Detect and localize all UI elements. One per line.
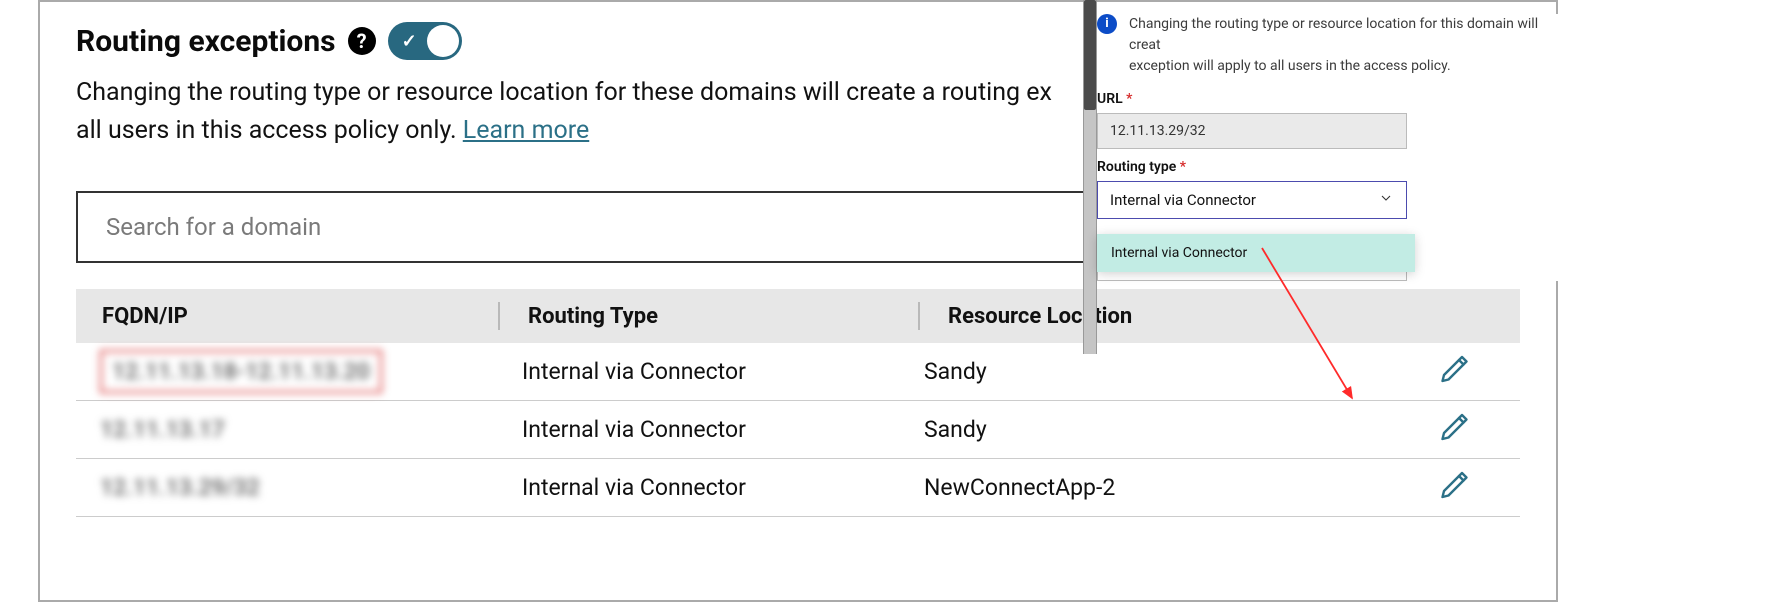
cell-routing: Internal via Connector	[522, 416, 924, 443]
routing-field-label: Routing type *	[1097, 159, 1565, 175]
pencil-icon[interactable]	[1438, 409, 1474, 451]
scrollbar-thumb[interactable]	[1084, 0, 1096, 110]
page-title: Routing exceptions	[76, 24, 336, 59]
exceptions-table: FQDN/IP Routing Type Resource Location 1…	[76, 289, 1520, 517]
pencil-icon[interactable]	[1438, 467, 1474, 509]
routing-type-select[interactable]: Internal via Connector	[1097, 181, 1407, 219]
cell-location: Sandy	[924, 416, 1416, 443]
info-text-line1: Changing the routing type or resource lo…	[1129, 16, 1538, 53]
help-icon[interactable]: ?	[348, 27, 376, 55]
pencil-icon[interactable]	[1438, 351, 1474, 393]
table-row: 12.11.13.29/32 Internal via Connector Ne…	[76, 459, 1520, 517]
routing-selected-value: Internal via Connector	[1110, 191, 1256, 209]
table-row: 12.11.13.17 Internal via Connector Sandy	[76, 401, 1520, 459]
column-divider	[498, 302, 500, 330]
edit-panel: i Changing the routing type or resource …	[1097, 14, 1565, 281]
table-row: 12.11.13.18-12.11.13.20 Internal via Con…	[76, 343, 1520, 401]
cell-routing: Internal via Connector	[522, 358, 924, 385]
check-icon: ✓	[402, 31, 417, 52]
routing-label-text: Routing type	[1097, 159, 1176, 175]
col-header-fqdn: FQDN/IP	[102, 304, 498, 329]
col-header-location: Resource Location	[948, 304, 1414, 329]
cell-location: NewConnectApp-2	[924, 474, 1416, 501]
viewport: Routing exceptions ? ✓ Changing the rout…	[0, 0, 1792, 603]
col-header-routing: Routing Type	[528, 304, 918, 329]
chevron-down-icon	[1378, 190, 1394, 210]
description-text-line1: Changing the routing type or resource lo…	[76, 78, 1052, 107]
learn-more-link[interactable]: Learn more	[463, 116, 589, 145]
cell-fqdn: 12.11.13.29/32	[100, 474, 260, 501]
table-header: FQDN/IP Routing Type Resource Location	[76, 289, 1520, 343]
url-label-text: URL	[1097, 91, 1123, 107]
routing-dropdown: Internal via Connector	[1097, 234, 1415, 272]
exceptions-toggle[interactable]: ✓	[388, 22, 462, 60]
cell-fqdn: 12.11.13.17	[100, 416, 225, 443]
column-divider	[918, 302, 920, 330]
url-field-label: URL *	[1097, 91, 1565, 107]
cell-location: Sandy	[924, 358, 1416, 385]
cell-routing: Internal via Connector	[522, 474, 924, 501]
info-text: Changing the routing type or resource lo…	[1129, 14, 1565, 77]
scrollbar[interactable]	[1083, 0, 1097, 354]
info-banner: i Changing the routing type or resource …	[1097, 14, 1565, 77]
toggle-knob-icon	[427, 25, 459, 57]
description-text-line2: all users in this access policy only.	[76, 116, 463, 145]
info-text-line2: exception will apply to all users in the…	[1129, 58, 1451, 74]
cell-fqdn: 12.11.13.18-12.11.13.20	[100, 350, 382, 393]
url-input[interactable]	[1097, 113, 1407, 149]
info-icon: i	[1097, 14, 1117, 34]
dropdown-option[interactable]: Internal via Connector	[1097, 234, 1415, 272]
